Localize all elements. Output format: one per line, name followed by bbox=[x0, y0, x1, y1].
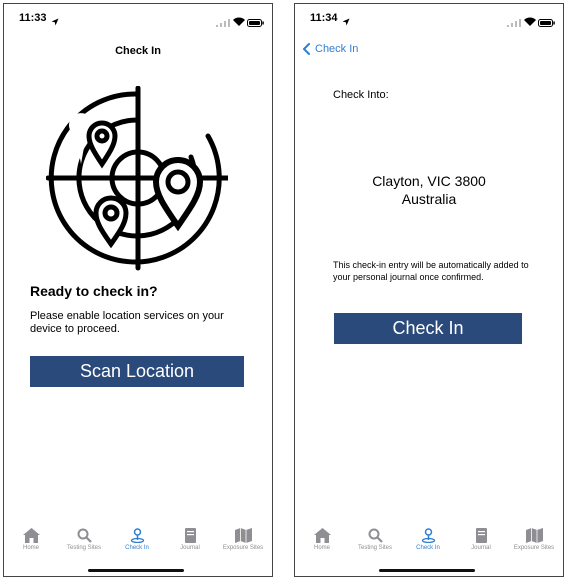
cellular-signal-icon bbox=[507, 14, 521, 32]
tab-journal[interactable]: Journal bbox=[163, 524, 217, 551]
battery-icon bbox=[247, 14, 264, 32]
chevron-left-icon bbox=[303, 43, 310, 55]
check-in-button[interactable]: Check In bbox=[334, 313, 522, 344]
back-button[interactable]: Check In bbox=[303, 43, 358, 55]
battery-icon bbox=[538, 14, 555, 32]
map-icon bbox=[525, 528, 543, 543]
search-icon bbox=[368, 528, 383, 543]
book-icon bbox=[184, 528, 196, 543]
phone-screen-confirm: 11:34 Check In Check Into: Clayton, VIC … bbox=[294, 3, 564, 577]
book-icon bbox=[475, 528, 487, 543]
radar-location-illustration bbox=[45, 85, 231, 277]
home-indicator[interactable] bbox=[88, 569, 184, 572]
tab-home[interactable]: Home bbox=[4, 524, 58, 551]
ready-heading: Ready to check in? bbox=[30, 283, 158, 299]
home-icon bbox=[313, 528, 331, 543]
tab-label: Home bbox=[22, 545, 39, 551]
status-time: 11:33 bbox=[19, 12, 47, 24]
scan-location-button[interactable]: Scan Location bbox=[30, 356, 244, 387]
tab-exposure-sites[interactable]: Exposure Sites bbox=[507, 524, 561, 551]
cellular-signal-icon bbox=[216, 14, 230, 32]
tab-testing-sites[interactable]: Testing Sites bbox=[348, 524, 402, 551]
tab-check-in[interactable]: Check In bbox=[110, 524, 164, 551]
tab-label: Check In bbox=[125, 545, 149, 551]
address-line-2: Australia bbox=[401, 191, 457, 207]
tab-label: Journal bbox=[180, 545, 200, 551]
tab-journal[interactable]: Journal bbox=[454, 524, 508, 551]
search-icon bbox=[77, 528, 92, 543]
tab-testing-sites[interactable]: Testing Sites bbox=[57, 524, 111, 551]
phone-screen-scan: 11:33 Check In Ready to check in? Please… bbox=[3, 3, 273, 577]
back-button-label: Check In bbox=[315, 43, 359, 55]
page-title: Check In bbox=[115, 45, 161, 57]
home-icon bbox=[22, 528, 40, 543]
location-arrow-icon bbox=[342, 13, 350, 31]
wifi-icon bbox=[233, 13, 245, 31]
address-line-1: Clayton, VIC 3800 bbox=[372, 173, 486, 189]
status-bar: 11:33 bbox=[4, 4, 272, 34]
tab-exposure-sites[interactable]: Exposure Sites bbox=[216, 524, 270, 551]
status-time: 11:34 bbox=[310, 12, 338, 24]
pin-icon bbox=[130, 528, 144, 543]
tab-label: Check In bbox=[416, 545, 440, 551]
home-indicator[interactable] bbox=[379, 569, 475, 572]
tab-home[interactable]: Home bbox=[295, 524, 349, 551]
wifi-icon bbox=[524, 13, 536, 31]
location-address: Clayton, VIC 3800 Australia bbox=[295, 172, 563, 208]
journal-notice-text: This check-in entry will be automaticall… bbox=[333, 260, 529, 282]
check-into-label: Check Into: bbox=[333, 89, 389, 101]
map-icon bbox=[234, 528, 252, 543]
tab-check-in[interactable]: Check In bbox=[401, 524, 455, 551]
status-bar: 11:34 bbox=[295, 4, 563, 34]
tab-bar: Home Testing Sites Check In Journal Expo… bbox=[4, 524, 272, 564]
tab-label: Home bbox=[313, 545, 330, 551]
tab-bar: Home Testing Sites Check In Journal Expo… bbox=[295, 524, 563, 564]
tab-label: Exposure Sites bbox=[222, 545, 264, 551]
tab-label: Journal bbox=[471, 545, 491, 551]
location-arrow-icon bbox=[51, 13, 59, 31]
location-instruction-text: Please enable location services on your … bbox=[30, 310, 224, 335]
pin-icon bbox=[421, 528, 435, 543]
tab-label: Testing Sites bbox=[66, 545, 102, 551]
tab-label: Exposure Sites bbox=[513, 545, 555, 551]
tab-label: Testing Sites bbox=[357, 545, 393, 551]
